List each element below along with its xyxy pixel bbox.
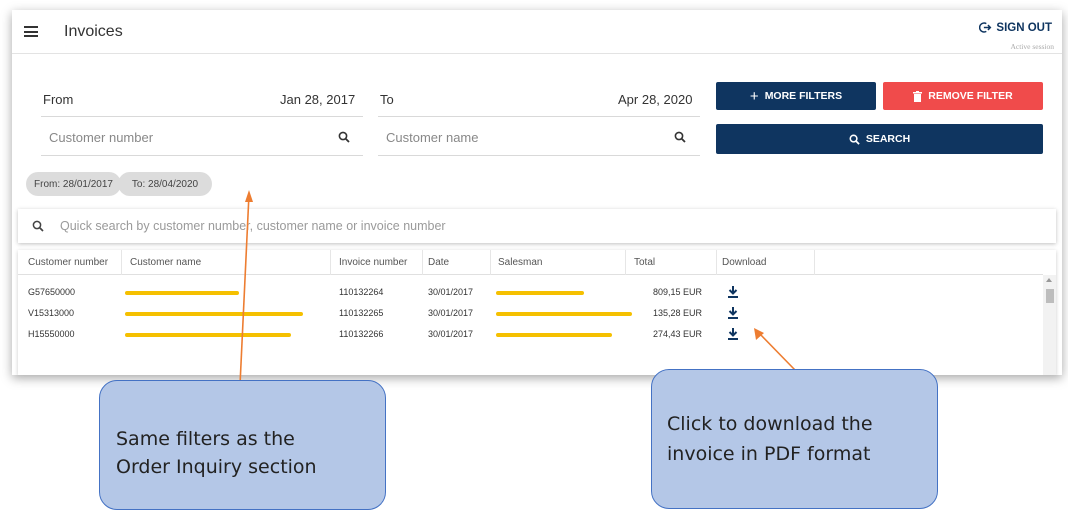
cell-invoice-number: 110132265 (339, 308, 384, 318)
cell-total: 809,15 EUR (653, 287, 703, 297)
scroll-up-arrow-icon[interactable] (1046, 278, 1052, 282)
column-divider (625, 250, 626, 275)
to-date-value[interactable]: Apr 28, 2020 (618, 92, 692, 107)
download-callout: Click to download the invoice in PDF for… (651, 369, 938, 509)
to-label: To (380, 92, 394, 107)
table-row[interactable]: H15550000 110132266 30/01/2017 274,43 EU… (18, 325, 1043, 345)
column-divider (330, 250, 331, 275)
top-app-bar: Invoices SIGN OUT Active session (12, 10, 1062, 54)
customer-number-underline (41, 155, 363, 156)
table-scrollbar[interactable] (1043, 275, 1056, 375)
customer-name-underline (378, 155, 700, 156)
table-header: Customer number Customer name Invoice nu… (18, 250, 1043, 275)
from-date-underline (41, 116, 363, 117)
cell-date: 30/01/2017 (428, 329, 474, 339)
column-header-invoice-number[interactable]: Invoice number (339, 257, 407, 268)
redacted-salesman (496, 333, 612, 337)
to-date-chip[interactable]: To: 28/04/2020 (118, 172, 212, 196)
download-icon[interactable] (727, 306, 739, 320)
redacted-customer-name (125, 291, 239, 295)
column-divider (121, 250, 122, 275)
sign-out-label: SIGN OUT (996, 21, 1052, 34)
filters-callout-line1: Same filters as the (116, 428, 295, 450)
table-row[interactable]: G57650000 110132264 30/01/2017 809,15 EU… (18, 283, 1043, 303)
filters-callout: Same filters as the Order Inquiry sectio… (99, 380, 386, 510)
redacted-salesman (496, 291, 584, 295)
plus-icon: + (749, 87, 759, 105)
table-row[interactable]: V15313000 110132265 30/01/2017 135,28 EU… (18, 304, 1043, 324)
sign-out-button[interactable]: SIGN OUT (979, 21, 1052, 34)
column-header-customer-number[interactable]: Customer number (28, 257, 108, 268)
search-button-label: SEARCH (865, 133, 911, 145)
column-divider (490, 250, 491, 275)
customer-name-input[interactable]: Customer name (386, 130, 478, 145)
column-divider (716, 250, 717, 275)
invoices-table: Customer number Customer name Invoice nu… (18, 250, 1056, 375)
column-header-date[interactable]: Date (428, 257, 449, 268)
cell-date: 30/01/2017 (428, 308, 474, 318)
download-callout-line1: Click to download the (667, 413, 873, 435)
search-button[interactable]: SEARCH (716, 124, 1043, 154)
cell-customer-number: H15550000 (28, 329, 75, 339)
invoices-app-window: Invoices SIGN OUT Active session From Ja… (12, 10, 1062, 375)
cell-date: 30/01/2017 (428, 287, 474, 297)
download-icon[interactable] (727, 285, 739, 299)
cell-customer-number: V15313000 (28, 308, 75, 318)
trash-icon (913, 90, 923, 102)
remove-filter-button[interactable]: REMOVE FILTER (883, 82, 1043, 110)
redacted-customer-name (125, 312, 303, 316)
cell-total: 274,43 EUR (653, 329, 703, 339)
download-icon[interactable] (727, 327, 739, 341)
customer-number-search-icon[interactable] (338, 131, 350, 143)
download-callout-line2: invoice in PDF format (667, 443, 871, 465)
from-date-chip[interactable]: From: 28/01/2017 (26, 172, 121, 196)
more-filters-button[interactable]: + MORE FILTERS (716, 82, 876, 110)
quick-search-icon (32, 220, 44, 232)
customer-name-search-icon[interactable] (674, 131, 686, 143)
column-header-total[interactable]: Total (634, 257, 655, 268)
sign-out-icon (979, 22, 992, 33)
filters-callout-line2: Order Inquiry section (116, 456, 317, 478)
column-divider (814, 250, 815, 275)
to-date-underline (378, 116, 700, 117)
column-divider (422, 250, 423, 275)
redacted-customer-name (125, 333, 291, 337)
search-icon (849, 134, 860, 145)
more-filters-label: MORE FILTERS (764, 90, 843, 102)
column-header-download: Download (722, 257, 767, 268)
cell-invoice-number: 110132264 (339, 287, 384, 297)
column-header-customer-name[interactable]: Customer name (130, 257, 201, 268)
column-header-salesman[interactable]: Salesman (498, 257, 542, 268)
scrollbar-thumb[interactable] (1046, 289, 1054, 303)
quick-search-input[interactable]: Quick search by customer number, custome… (60, 219, 446, 233)
session-status: Active session (1010, 42, 1054, 51)
cell-invoice-number: 110132266 (339, 329, 384, 339)
redacted-salesman (496, 312, 632, 316)
quick-search-bar[interactable]: Quick search by customer number, custome… (18, 209, 1056, 243)
from-date-value[interactable]: Jan 28, 2017 (280, 92, 355, 107)
remove-filter-label: REMOVE FILTER (928, 90, 1013, 102)
hamburger-menu-icon[interactable] (24, 26, 38, 37)
cell-customer-number: G57650000 (28, 287, 76, 297)
cell-total: 135,28 EUR (653, 308, 703, 318)
from-label: From (43, 92, 74, 107)
page-title: Invoices (64, 23, 123, 40)
customer-number-input[interactable]: Customer number (49, 130, 153, 145)
